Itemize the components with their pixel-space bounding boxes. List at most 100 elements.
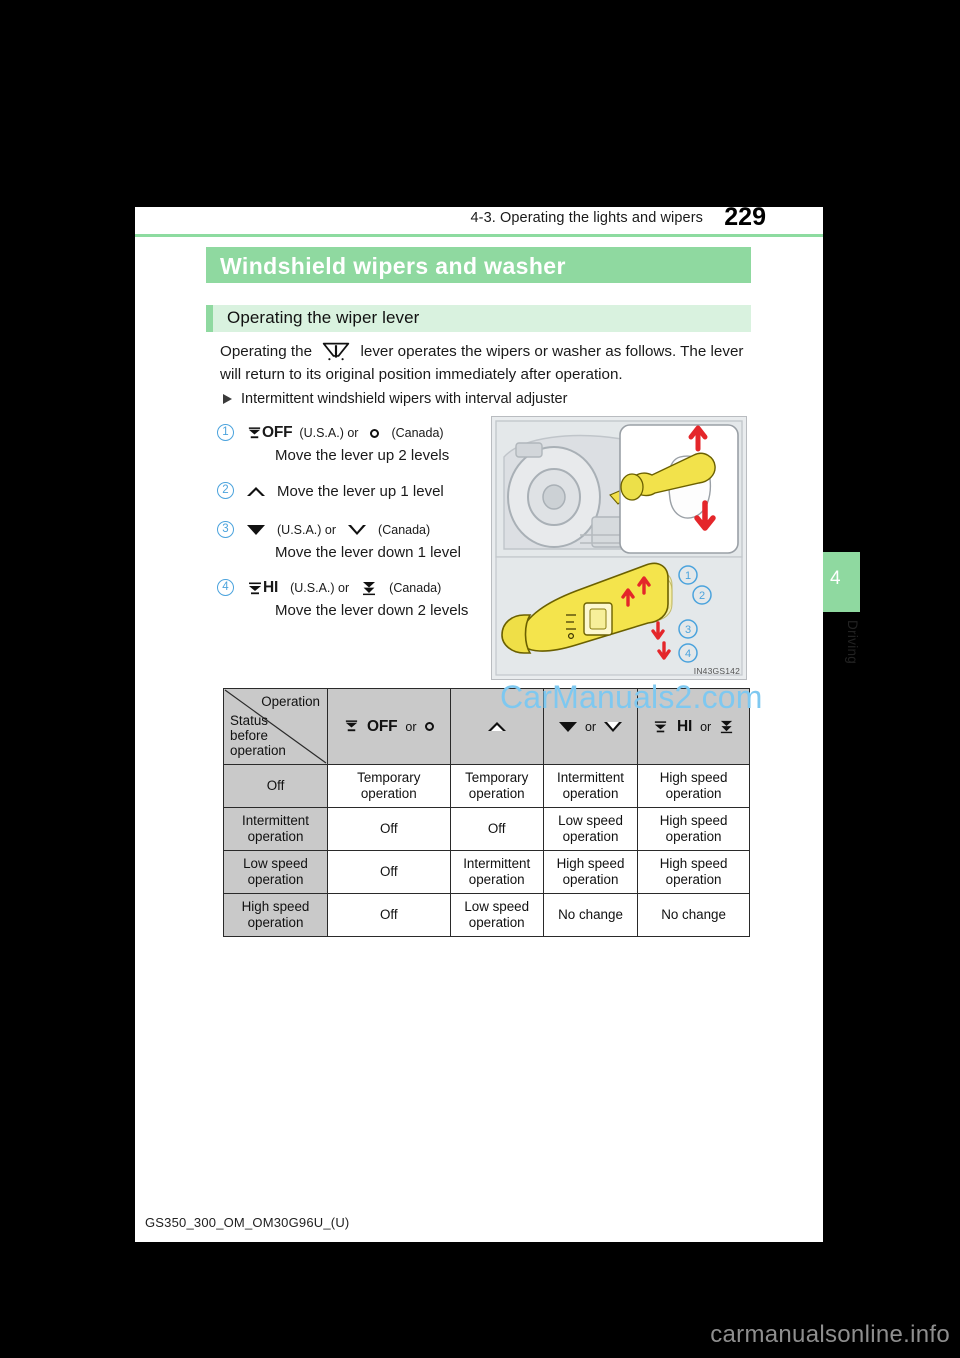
corner-status-label: Status before operation bbox=[230, 713, 286, 758]
wiper-icon bbox=[322, 341, 350, 361]
svg-text:4: 4 bbox=[685, 648, 691, 660]
table-cell: High speed operation bbox=[637, 850, 750, 894]
figure-caption: IN43GS142 bbox=[693, 666, 740, 676]
intro-text-before: Operating the bbox=[220, 343, 313, 360]
svg-text:3: 3 bbox=[685, 624, 691, 636]
table-row: Low speed operation Off Intermittent opera… bbox=[223, 850, 750, 894]
up-triangle-hollow-icon bbox=[247, 486, 265, 496]
table-column-down: or bbox=[542, 688, 639, 765]
table-cell: Off bbox=[327, 893, 451, 937]
document-code: GS350_300_OM_OM30G96U_(U) bbox=[145, 1215, 350, 1230]
callout-number-2: 2 bbox=[217, 482, 234, 499]
down-triangle-solid-icon bbox=[558, 721, 577, 732]
table-row: High speed operation Off Low speed operati… bbox=[223, 893, 750, 937]
section-banner: Windshield wipers and washer bbox=[206, 247, 751, 283]
step4-usa-label: (U.S.A.) or bbox=[290, 581, 350, 595]
corner-status-line-2: before bbox=[230, 728, 268, 743]
illustration-svg: 1 2 3 4 bbox=[492, 417, 746, 679]
corner-operation-label: Operation bbox=[261, 694, 320, 709]
circle-icon bbox=[370, 428, 380, 438]
table-column-up bbox=[449, 688, 544, 765]
step4-canada-label: (Canada) bbox=[389, 581, 442, 595]
subsection-bar: Operating the wiper lever bbox=[206, 305, 751, 332]
table-row: Intermittent operation Off Off Low speed o… bbox=[223, 807, 750, 851]
step1-action: Move the lever up 2 levels bbox=[275, 447, 450, 464]
list-item: 2 Move the lever up 1 level bbox=[217, 481, 507, 501]
running-head-text: 4-3. Operating the lights and wipers bbox=[470, 210, 703, 226]
step2-action: Move the lever up 1 level bbox=[277, 482, 444, 500]
callout-number-4: 4 bbox=[217, 579, 234, 596]
corner-status-line-1: Status bbox=[230, 713, 268, 728]
chapter-number: 4 bbox=[830, 568, 841, 589]
step3-canada-label: (Canada) bbox=[378, 523, 431, 537]
callout-number-3: 3 bbox=[217, 521, 234, 538]
list-item: 3 (U.S.A.) or (Canada) Move the lever do… bbox=[217, 520, 507, 561]
wiper-off-icon bbox=[247, 426, 262, 441]
table-cell: Off bbox=[327, 807, 451, 851]
table-cell: High speed operation bbox=[637, 807, 750, 851]
intro-paragraph: Operating the lever operates the wipers … bbox=[220, 340, 760, 386]
svg-text:2: 2 bbox=[699, 590, 705, 602]
wiper-off-icon bbox=[344, 719, 359, 734]
table-cell: Low speed operation bbox=[542, 807, 639, 851]
bottom-watermark: carmanualsonline.info bbox=[710, 1321, 950, 1348]
screenshot-root: 4-3. Operating the lights and wipers 229… bbox=[0, 0, 960, 1358]
table-cell: No change bbox=[637, 893, 750, 937]
svg-text:1: 1 bbox=[685, 570, 691, 582]
table-cell: Temporary operation bbox=[449, 764, 544, 808]
step1-usa-label: (U.S.A.) or bbox=[299, 426, 359, 440]
table-cell: Off bbox=[327, 850, 451, 894]
bullet-label: Intermittent windshield wipers with inte… bbox=[241, 391, 568, 407]
table-cell: High speed operation bbox=[637, 764, 750, 808]
col-off-code: OFF bbox=[367, 717, 398, 735]
down-triangle-solid-icon bbox=[247, 525, 265, 535]
table-column-hi: HI or bbox=[637, 688, 750, 765]
table-cell: Temporary operation bbox=[327, 764, 451, 808]
callout-number-1: 1 bbox=[217, 424, 234, 441]
row-status: Off bbox=[223, 764, 328, 808]
col-down-or: or bbox=[584, 719, 597, 734]
table-cell: No change bbox=[542, 893, 639, 937]
wiper-hi-icon bbox=[247, 580, 263, 596]
table-cell: Off bbox=[449, 807, 544, 851]
wiper-lever-steps: 1 OFF (U.S.A.) or (Canada) Move the leve… bbox=[217, 423, 507, 636]
step1-code: OFF bbox=[262, 424, 293, 441]
wiper-lever-illustration: 1 2 3 4 IN43GS142 bbox=[491, 416, 747, 680]
table-cell: High speed operation bbox=[542, 850, 639, 894]
step3-usa-label: (U.S.A.) or bbox=[277, 523, 337, 537]
table-cell: Intermittent operation bbox=[449, 850, 544, 894]
chapter-tab: 4 bbox=[823, 552, 860, 612]
step4-action: Move the lever down 2 levels bbox=[275, 602, 469, 619]
col-hi-code: HI bbox=[676, 717, 693, 735]
table-cell: Low speed operation bbox=[449, 893, 544, 937]
bullet-item: Intermittent windshield wipers with inte… bbox=[223, 391, 567, 407]
table-row: Off Temporary operation Temporary operatio… bbox=[223, 764, 750, 808]
corner-status-line-3: operation bbox=[230, 743, 286, 758]
wiper-hi-icon bbox=[653, 719, 669, 735]
row-status: Intermittent operation bbox=[223, 807, 328, 851]
col-off-or: or bbox=[405, 719, 417, 734]
up-triangle-hollow-icon bbox=[487, 722, 506, 731]
chapter-label: Driving bbox=[845, 620, 860, 665]
manual-page: 4-3. Operating the lights and wipers 229… bbox=[135, 203, 823, 1242]
row-status: High speed operation bbox=[223, 893, 328, 937]
step1-canada-label: (Canada) bbox=[391, 426, 444, 440]
list-item: 4 HI (U.S.A.) or (Canada) Move the lever… bbox=[217, 578, 507, 619]
step4-code: HI bbox=[263, 579, 279, 596]
down-triangle-hollow-icon bbox=[348, 525, 367, 535]
table-header-row: Operation Status before operation OFF or… bbox=[223, 688, 750, 765]
section-title: Windshield wipers and washer bbox=[220, 253, 566, 279]
running-head: 4-3. Operating the lights and wipers 229 bbox=[135, 203, 823, 237]
row-status: Low speed operation bbox=[223, 850, 328, 894]
header-rule bbox=[135, 234, 823, 237]
table-column-off: OFF or bbox=[327, 688, 451, 765]
col-hi-or: or bbox=[700, 719, 712, 734]
circle-icon bbox=[424, 722, 434, 731]
double-chevron-down-icon bbox=[719, 719, 734, 734]
down-triangle-hollow-icon bbox=[604, 721, 623, 732]
table-corner-cell: Operation Status before operation bbox=[223, 688, 328, 765]
subsection-title: Operating the wiper lever bbox=[227, 308, 420, 327]
wiper-operation-table: Operation Status before operation OFF or… bbox=[223, 688, 750, 937]
table-body: Off Temporary operation Temporary operatio… bbox=[223, 764, 750, 937]
table-cell: Intermittent operation bbox=[542, 764, 639, 808]
